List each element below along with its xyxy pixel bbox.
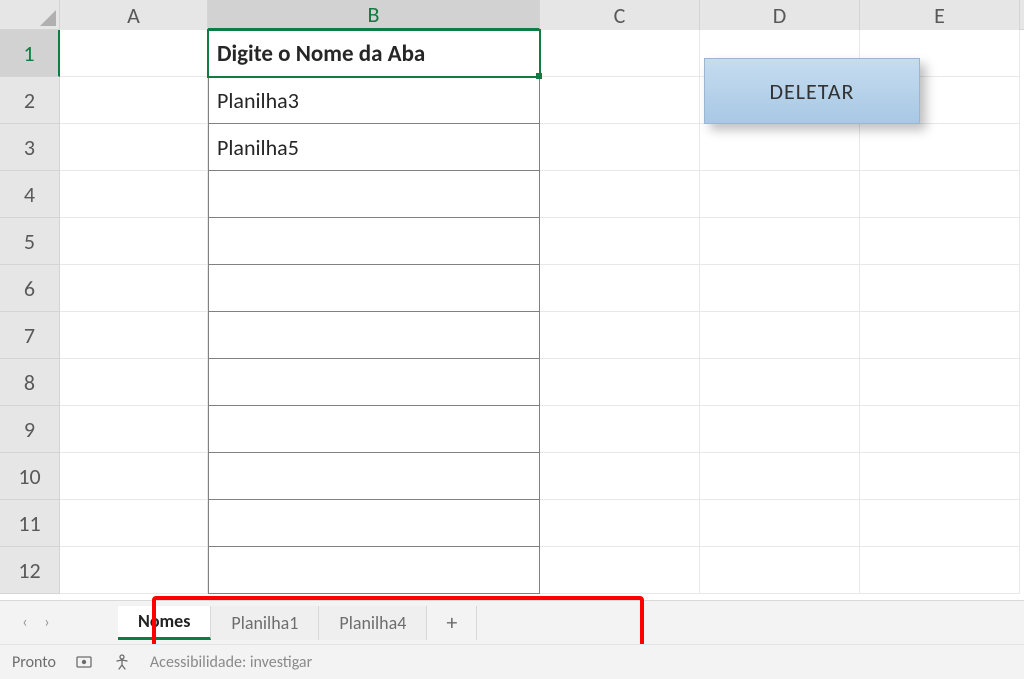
sheet-tab-bar: ‹ › Nomes Planilha1 Planilha4 + xyxy=(0,600,1024,644)
row-header-2[interactable]: 2 xyxy=(0,77,60,124)
cell-B6[interactable] xyxy=(208,265,540,312)
row-header-11[interactable]: 11 xyxy=(0,500,60,547)
cell-C5[interactable] xyxy=(540,218,700,265)
row-header-10[interactable]: 10 xyxy=(0,453,60,500)
cell-B5[interactable] xyxy=(208,218,540,265)
column-header-row: A B C D E xyxy=(0,0,1024,30)
accessibility-status[interactable]: Acessibilidade: investigar xyxy=(150,653,312,672)
cell-B11[interactable] xyxy=(208,500,540,547)
row-header-7[interactable]: 7 xyxy=(0,312,60,359)
add-sheet-button[interactable]: + xyxy=(427,606,477,640)
column-header-A[interactable]: A xyxy=(60,0,208,30)
delete-button[interactable]: DELETAR xyxy=(704,58,920,124)
cell-C8[interactable] xyxy=(540,359,700,406)
row-header-4[interactable]: 4 xyxy=(0,171,60,218)
cell-E10[interactable] xyxy=(860,453,1020,500)
cell-E3[interactable] xyxy=(860,124,1020,171)
tab-nav-prev[interactable]: ‹ xyxy=(14,612,36,634)
cell-E11[interactable] xyxy=(860,500,1020,547)
row-header-12[interactable]: 12 xyxy=(0,547,60,594)
status-ready: Pronto xyxy=(12,653,56,672)
cell-C3[interactable] xyxy=(540,124,700,171)
spreadsheet-grid: A B C D E 1 Digite o Nome da Aba 2 Plani… xyxy=(0,0,1024,600)
sheet-tab-nomes[interactable]: Nomes xyxy=(118,606,211,640)
cell-B8[interactable] xyxy=(208,359,540,406)
cell-E5[interactable] xyxy=(860,218,1020,265)
cell-B2[interactable]: Planilha3 xyxy=(208,77,540,124)
cell-A11[interactable] xyxy=(60,500,208,547)
row-header-8[interactable]: 8 xyxy=(0,359,60,406)
cell-A1[interactable] xyxy=(60,30,208,77)
cell-D9[interactable] xyxy=(700,406,860,453)
select-all-corner[interactable] xyxy=(0,0,60,30)
cell-E7[interactable] xyxy=(860,312,1020,359)
cell-B1[interactable]: Digite o Nome da Aba xyxy=(208,30,540,77)
cell-A10[interactable] xyxy=(60,453,208,500)
cell-E9[interactable] xyxy=(860,406,1020,453)
status-bar: Pronto Acessibilidade: investigar xyxy=(0,644,1024,679)
cell-B12[interactable] xyxy=(208,547,540,594)
cell-E12[interactable] xyxy=(860,547,1020,594)
cell-B10[interactable] xyxy=(208,453,540,500)
cell-D7[interactable] xyxy=(700,312,860,359)
cell-A4[interactable] xyxy=(60,171,208,218)
cell-D3[interactable] xyxy=(700,124,860,171)
cell-B3[interactable]: Planilha5 xyxy=(208,124,540,171)
cell-A2[interactable] xyxy=(60,77,208,124)
row-header-1[interactable]: 1 xyxy=(0,30,60,77)
cell-C2[interactable] xyxy=(540,77,700,124)
cell-C7[interactable] xyxy=(540,312,700,359)
sheet-tab-planilha4[interactable]: Planilha4 xyxy=(319,606,427,640)
column-header-B[interactable]: B xyxy=(208,0,540,30)
row-header-6[interactable]: 6 xyxy=(0,265,60,312)
cell-C4[interactable] xyxy=(540,171,700,218)
cell-C12[interactable] xyxy=(540,547,700,594)
cell-A3[interactable] xyxy=(60,124,208,171)
cell-D12[interactable] xyxy=(700,547,860,594)
tab-nav-next[interactable]: › xyxy=(36,612,58,634)
column-header-C[interactable]: C xyxy=(540,0,700,30)
cell-A5[interactable] xyxy=(60,218,208,265)
cell-A9[interactable] xyxy=(60,406,208,453)
macro-record-icon[interactable] xyxy=(74,652,94,672)
cell-D6[interactable] xyxy=(700,265,860,312)
cell-C10[interactable] xyxy=(540,453,700,500)
cell-D11[interactable] xyxy=(700,500,860,547)
cell-C9[interactable] xyxy=(540,406,700,453)
cell-B7[interactable] xyxy=(208,312,540,359)
accessibility-icon[interactable] xyxy=(112,652,132,672)
cell-B9[interactable] xyxy=(208,406,540,453)
cell-C11[interactable] xyxy=(540,500,700,547)
row-header-9[interactable]: 9 xyxy=(0,406,60,453)
cell-E4[interactable] xyxy=(860,171,1020,218)
cell-D8[interactable] xyxy=(700,359,860,406)
cell-A6[interactable] xyxy=(60,265,208,312)
row-header-5[interactable]: 5 xyxy=(0,218,60,265)
row-header-3[interactable]: 3 xyxy=(0,124,60,171)
cell-C6[interactable] xyxy=(540,265,700,312)
column-header-D[interactable]: D xyxy=(700,0,860,30)
cell-D4[interactable] xyxy=(700,171,860,218)
cell-B4[interactable] xyxy=(208,171,540,218)
cell-E6[interactable] xyxy=(860,265,1020,312)
column-header-E[interactable]: E xyxy=(860,0,1020,30)
cell-D10[interactable] xyxy=(700,453,860,500)
cell-E8[interactable] xyxy=(860,359,1020,406)
cell-A7[interactable] xyxy=(60,312,208,359)
cell-A8[interactable] xyxy=(60,359,208,406)
cell-D5[interactable] xyxy=(700,218,860,265)
sheet-tab-planilha1[interactable]: Planilha1 xyxy=(211,606,319,640)
cell-A12[interactable] xyxy=(60,547,208,594)
cell-C1[interactable] xyxy=(540,30,700,77)
